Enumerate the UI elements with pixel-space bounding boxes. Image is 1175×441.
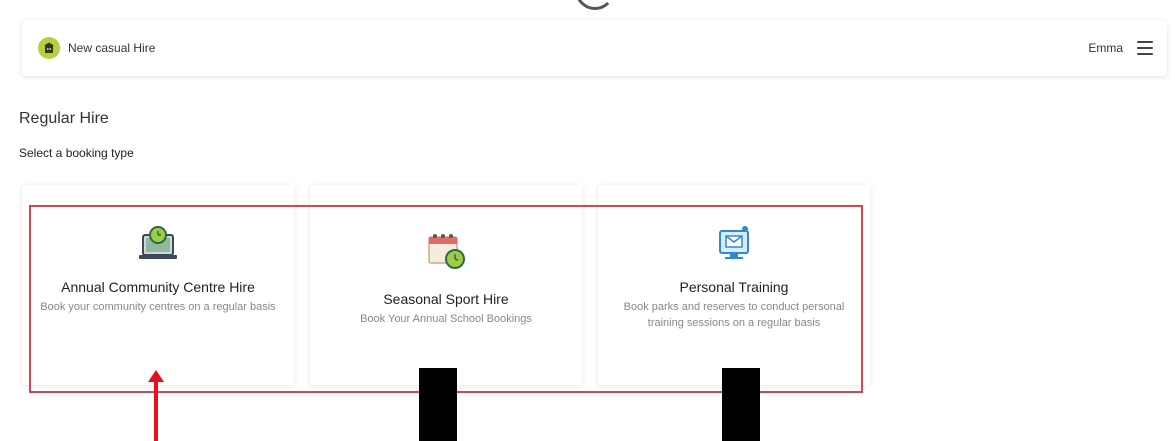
new-casual-hire-label: New casual Hire — [68, 41, 156, 55]
laptop-clock-icon — [40, 221, 276, 265]
card-personal-training[interactable]: Personal Training Book parks and reserve… — [598, 185, 870, 385]
redaction-bar — [722, 368, 760, 441]
card-description: Book parks and reserves to conduct perso… — [623, 301, 845, 329]
user-name[interactable]: Emma — [1088, 41, 1123, 55]
card-title: Personal Training — [679, 279, 789, 295]
calendar-clock-icon — [328, 229, 564, 273]
monitor-mail-icon — [616, 221, 852, 265]
card-title: Seasonal Sport Hire — [383, 291, 509, 307]
booking-type-list: Annual Community Centre Hire Book your c… — [22, 185, 870, 385]
cropped-glyph — [575, 0, 615, 10]
card-title: Annual Community Centre Hire — [61, 279, 255, 295]
page-root: New casual Hire Emma Regular Hire Select… — [0, 0, 1175, 441]
hamburger-menu-icon[interactable] — [1137, 41, 1153, 55]
card-seasonal-sport-hire[interactable]: Seasonal Sport Hire Book Your Annual Sch… — [310, 185, 582, 385]
building-icon — [38, 37, 60, 59]
card-description: Book Your Annual School Bookings — [360, 313, 532, 325]
user-area: Emma — [1088, 41, 1153, 55]
annotation-arrow — [148, 370, 164, 441]
card-annual-community-centre-hire[interactable]: Annual Community Centre Hire Book your c… — [22, 185, 294, 385]
card-description: Book your community centres on a regular… — [40, 301, 276, 313]
new-casual-hire-link[interactable]: New casual Hire — [38, 37, 155, 59]
redaction-bar — [419, 368, 457, 441]
page-title: Regular Hire — [19, 110, 109, 127]
page-subtitle: Select a booking type — [19, 146, 134, 160]
top-bar: New casual Hire Emma — [22, 20, 1167, 76]
